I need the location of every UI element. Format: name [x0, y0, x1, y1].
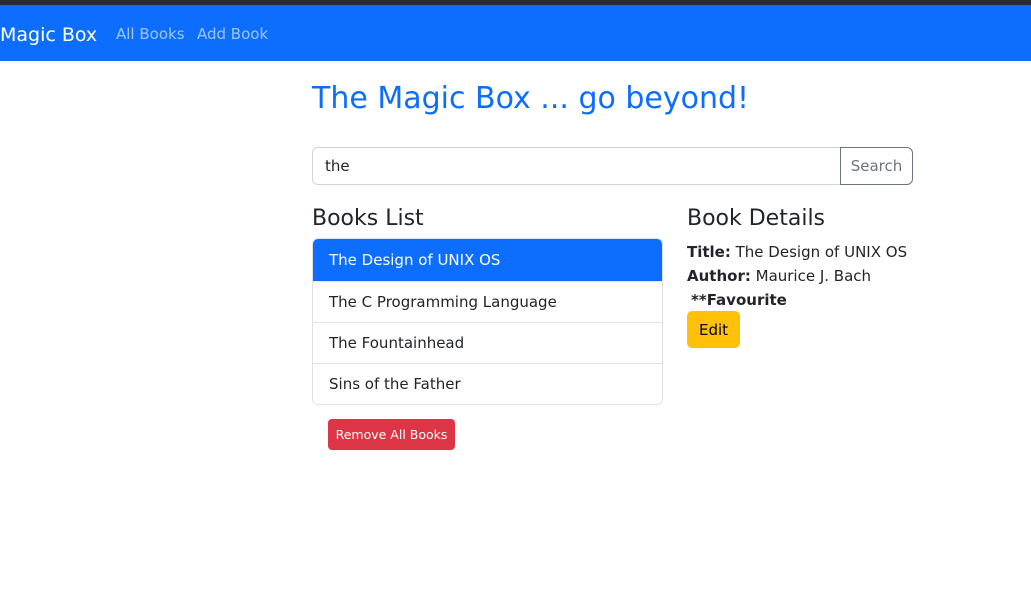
nav-link-all-books[interactable]: All Books [116, 24, 185, 44]
books-list-title: Books List [312, 206, 424, 231]
detail-author-value: Maurice J. Bach [755, 267, 872, 285]
detail-title-label: Title: [687, 243, 731, 261]
book-details-title: Book Details [687, 206, 826, 231]
book-list-item[interactable]: Sins of the Father [313, 363, 662, 404]
search-input[interactable] [312, 147, 842, 185]
detail-title-row: Title: The Design of UNIX OS [687, 242, 907, 262]
navbar: Magic Box All Books Add Book [0, 5, 1031, 61]
books-list: The Design of UNIX OS The C Programming … [312, 238, 663, 405]
page-headline: The Magic Box ... go beyond! [312, 81, 750, 116]
detail-author-row: Author: Maurice J. Bach [687, 266, 871, 286]
book-list-item[interactable]: The Design of UNIX OS [313, 239, 662, 281]
book-list-item[interactable]: The C Programming Language [313, 281, 662, 322]
edit-button[interactable]: Edit [687, 311, 740, 348]
favourite-marker: **Favourite [691, 291, 787, 309]
detail-title-value: The Design of UNIX OS [735, 243, 908, 261]
search-button[interactable]: Search [840, 147, 913, 185]
detail-author-label: Author: [687, 267, 751, 285]
remove-all-books-button[interactable]: Remove All Books [328, 419, 455, 450]
book-list-item[interactable]: The Fountainhead [313, 322, 662, 363]
nav-link-add-book[interactable]: Add Book [197, 24, 268, 44]
navbar-brand[interactable]: Magic Box [0, 22, 97, 48]
